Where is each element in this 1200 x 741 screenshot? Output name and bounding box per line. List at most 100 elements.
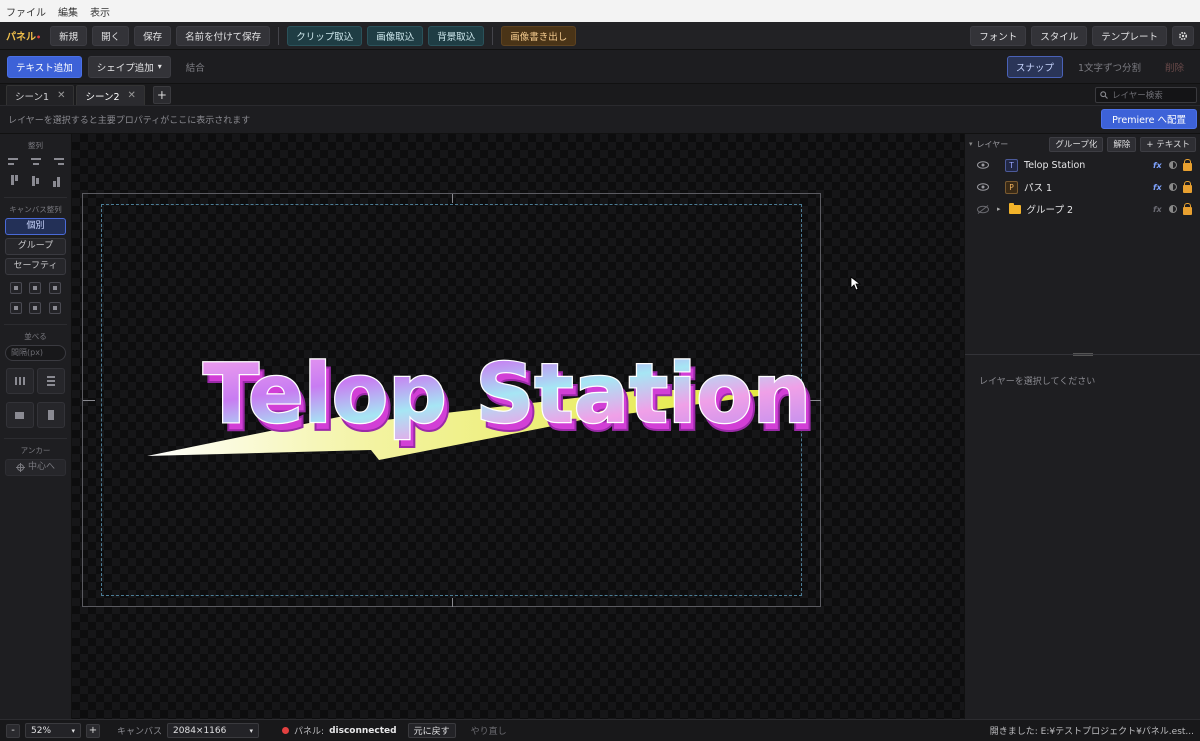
toolbar-divider — [492, 26, 494, 45]
individual-button[interactable]: 個別 — [5, 218, 66, 235]
align-title: 整列 — [28, 141, 43, 150]
eye-icon[interactable] — [977, 183, 989, 191]
lock-icon[interactable] — [1183, 180, 1192, 193]
align-left-icon[interactable] — [7, 155, 22, 167]
layer-row[interactable]: P パス 1 fx — [965, 176, 1200, 198]
align-right-icon[interactable] — [50, 155, 64, 167]
group-align-button[interactable]: グループ — [5, 238, 66, 255]
stack-v-icon[interactable] — [37, 402, 66, 428]
snap-toggle[interactable]: スナップ — [1006, 55, 1063, 78]
fx-icon[interactable]: fx — [1153, 161, 1163, 170]
panel-status-value: disconnected — [329, 725, 397, 736]
delete-button[interactable]: 削除 — [1156, 57, 1193, 77]
blend-icon[interactable] — [1169, 161, 1177, 169]
main-toolbar: パネル• 新規 開く 保存 名前を付けて保存 クリップ取込 画像取込 背景取込 … — [0, 22, 1200, 50]
canvas-viewport[interactable]: Telop Station Telop Station — [72, 134, 964, 719]
property-hint-bar: レイヤーを選択すると主要プロパティがここに表示されます Premiere へ配置 — [0, 106, 1200, 134]
close-icon[interactable]: ✕ — [128, 90, 136, 101]
save-button[interactable]: 保存 — [134, 25, 172, 46]
blend-icon[interactable] — [1169, 183, 1177, 191]
group-layers-button[interactable]: グループ化 — [1049, 136, 1104, 152]
layers-panel: ▾ レイヤー グループ化 解除 + テキスト T Telop Station f… — [964, 134, 1200, 719]
split-chars-button[interactable]: 1文字ずつ分割 — [1069, 57, 1150, 77]
zoom-select[interactable]: 52% ▾ — [25, 723, 81, 738]
zoom-out-button[interactable]: - — [6, 723, 20, 738]
tab-scene1[interactable]: シーン1 ✕ — [6, 85, 75, 105]
collapse-icon[interactable]: ▾ — [969, 140, 973, 148]
canvas-align-center-icon[interactable] — [29, 282, 42, 294]
align-center-h-icon[interactable] — [29, 155, 43, 167]
expand-icon[interactable]: ▸ — [997, 205, 1001, 213]
fx-icon[interactable]: fx — [1153, 183, 1163, 192]
eye-hidden-icon[interactable] — [977, 204, 989, 214]
layer-search-input[interactable]: レイヤー検索 — [1095, 87, 1197, 103]
splitter-grip-icon[interactable] — [1073, 353, 1093, 356]
layer-row[interactable]: T Telop Station fx — [965, 154, 1200, 176]
lock-icon[interactable] — [1183, 202, 1192, 215]
canvas-stage[interactable]: Telop Station Telop Station — [82, 193, 821, 607]
bg-import-button[interactable]: 背景取込 — [428, 25, 485, 46]
close-icon[interactable]: ✕ — [57, 90, 65, 101]
path-layer-icon: P — [1005, 180, 1018, 194]
distribute-h-icon[interactable] — [5, 368, 34, 394]
panel-status-label: パネル: — [294, 727, 325, 737]
canvas-size-select[interactable]: 2084×1166 ▾ — [167, 723, 260, 738]
combine-button[interactable]: 結合 — [177, 57, 214, 77]
layer-name[interactable]: パス 1 — [1024, 180, 1147, 194]
layers-title: レイヤー — [976, 139, 1009, 149]
add-text-button[interactable]: テキスト追加 — [7, 55, 82, 78]
tab-scene2[interactable]: シーン2 ✕ — [76, 85, 145, 105]
canvas-align-top-icon[interactable] — [9, 302, 22, 314]
layer-row[interactable]: ▸ グループ 2 fx — [965, 198, 1200, 220]
telop-artwork[interactable]: Telop Station Telop Station — [83, 194, 822, 608]
add-text-layer-button[interactable]: + テキスト — [1140, 136, 1196, 152]
menu-bar: ファイル 編集 表示 — [0, 0, 1200, 22]
center-anchor-button[interactable]: 中心へ — [5, 459, 66, 476]
telop-text[interactable]: Telop Station — [202, 346, 812, 444]
menu-edit[interactable]: 編集 — [58, 4, 78, 19]
premiere-place-button[interactable]: Premiere へ配置 — [1101, 109, 1197, 129]
canvas-align-bottom-icon[interactable] — [49, 302, 62, 314]
clip-import-button[interactable]: クリップ取込 — [287, 25, 363, 46]
spacing-input[interactable]: 間隔(px) — [5, 345, 66, 361]
save-as-button[interactable]: 名前を付けて保存 — [176, 25, 271, 46]
font-button[interactable]: フォント — [970, 25, 1027, 46]
style-button[interactable]: スタイル — [1031, 25, 1088, 46]
canvas-align-left-icon[interactable] — [9, 282, 22, 294]
fx-icon[interactable]: fx — [1153, 205, 1163, 214]
image-export-button[interactable]: 画像書き出し — [501, 25, 577, 46]
eye-icon[interactable] — [977, 161, 989, 169]
status-bar: - 52% ▾ + キャンバス 2084×1166 ▾ パネル: disconnec… — [0, 719, 1200, 741]
menu-file[interactable]: ファイル — [6, 4, 46, 19]
zoom-in-button[interactable]: + — [86, 723, 100, 738]
template-button[interactable]: テンプレート — [1092, 25, 1167, 46]
undo-button[interactable]: 元に戻す — [407, 723, 456, 738]
safety-button[interactable]: セーフティ — [5, 258, 66, 275]
align-top-icon[interactable] — [8, 175, 22, 187]
distribute-v-icon[interactable] — [37, 368, 66, 394]
gear-icon — [1178, 31, 1188, 40]
open-button[interactable]: 開く — [92, 25, 130, 46]
settings-button[interactable] — [1172, 25, 1194, 46]
stack-h-icon[interactable] — [5, 402, 34, 428]
ungroup-button[interactable]: 解除 — [1107, 136, 1137, 152]
canvas-align-middle-icon[interactable] — [29, 302, 42, 314]
canvas-align-right-icon[interactable] — [49, 282, 62, 294]
layer-name[interactable]: Telop Station — [1024, 160, 1147, 171]
layer-name[interactable]: グループ 2 — [1027, 202, 1147, 216]
align-middle-v-icon[interactable] — [29, 175, 43, 187]
chevron-down-icon: ▾ — [71, 726, 75, 735]
add-scene-button[interactable]: + — [152, 86, 171, 104]
blend-icon[interactable] — [1169, 205, 1177, 213]
anchor-title: アンカー — [20, 446, 51, 455]
lock-icon[interactable] — [1183, 158, 1192, 171]
layers-header: ▾ レイヤー グループ化 解除 + テキスト — [965, 134, 1200, 154]
menu-view[interactable]: 表示 — [90, 4, 110, 19]
align-bottom-icon[interactable] — [50, 175, 64, 187]
redo-button[interactable]: やり直し — [471, 724, 507, 737]
folder-icon — [1008, 202, 1021, 214]
image-import-button[interactable]: 画像取込 — [367, 25, 424, 46]
canvas-size-label: キャンバス — [117, 727, 163, 737]
new-button[interactable]: 新規 — [50, 25, 88, 46]
add-shape-button[interactable]: シェイプ追加 ▾ — [87, 55, 171, 78]
